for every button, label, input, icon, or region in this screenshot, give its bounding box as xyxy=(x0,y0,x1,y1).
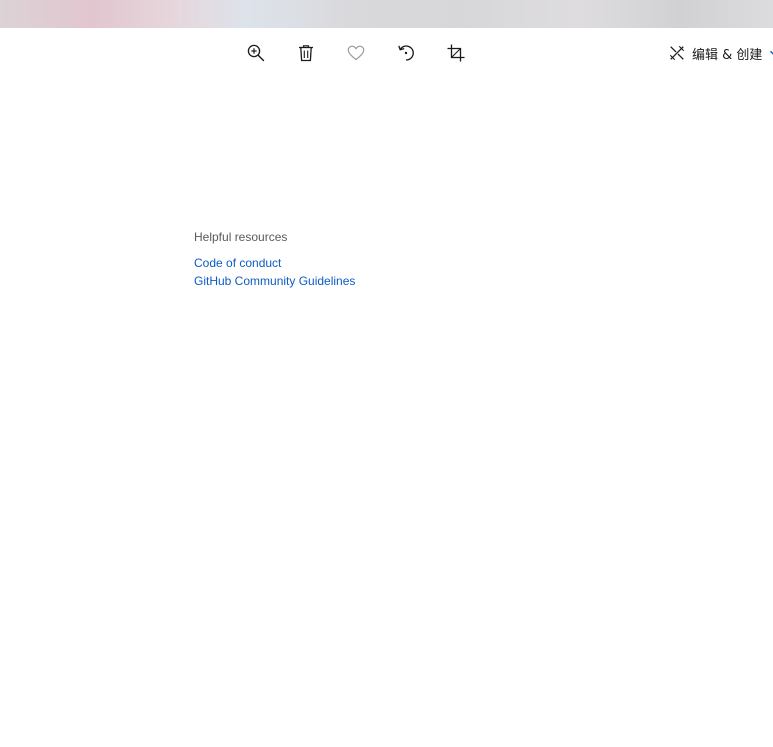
code-of-conduct-link[interactable]: Code of conduct xyxy=(194,254,355,272)
title-bar xyxy=(0,0,773,28)
edit-create-label: 编辑 & 创建 xyxy=(692,47,763,63)
zoom-in-button[interactable] xyxy=(244,41,268,65)
community-guidelines-link[interactable]: GitHub Community Guidelines xyxy=(194,272,355,290)
trash-icon xyxy=(299,45,313,62)
edit-create-icon xyxy=(669,45,685,61)
helpful-resources-heading: Helpful resources xyxy=(194,230,288,244)
chevron-down-icon xyxy=(770,50,773,55)
rotate-icon xyxy=(398,45,414,61)
heart-icon xyxy=(347,45,365,61)
helpful-resources-section: Helpful resources Code of conduct GitHub… xyxy=(194,230,355,290)
favorite-button[interactable] xyxy=(344,41,368,65)
photo-toolbar: 编辑 & 创建 xyxy=(0,28,773,78)
delete-button[interactable] xyxy=(294,41,318,65)
edit-create-menu[interactable]: 编辑 & 创建 xyxy=(668,42,773,64)
zoom-in-icon xyxy=(247,44,265,62)
crop-icon xyxy=(447,44,465,62)
rotate-button[interactable] xyxy=(394,41,418,65)
crop-button[interactable] xyxy=(444,41,468,65)
